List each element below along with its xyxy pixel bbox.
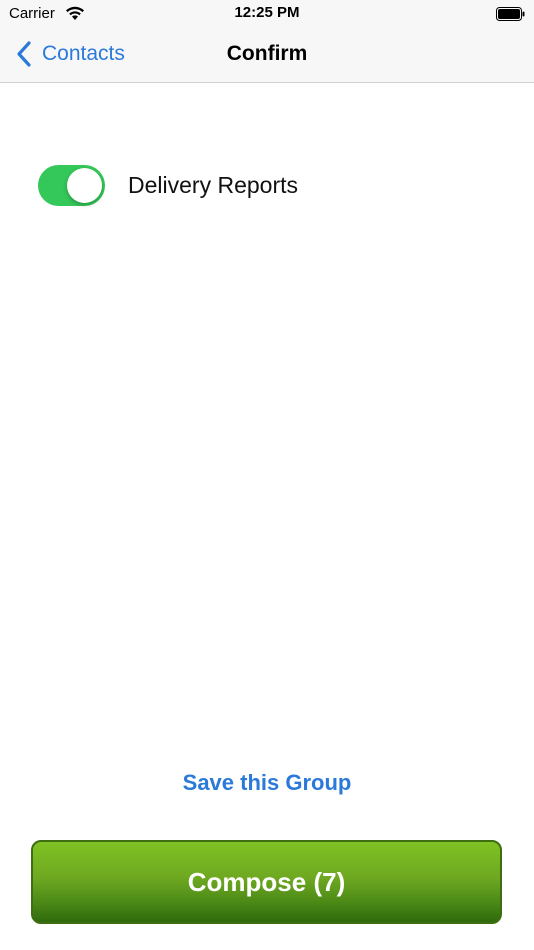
compose-button[interactable]: Compose (7) (31, 840, 502, 924)
compose-button-label: Compose (7) (187, 866, 346, 897)
navigation-bar: Contacts Confirm (0, 28, 534, 83)
page-title: Confirm (226, 42, 308, 65)
battery-icon (496, 7, 525, 21)
delivery-reports-label: Delivery Reports (128, 172, 298, 198)
clock-label: 12:25 PM (234, 4, 300, 21)
toggle-knob (67, 168, 102, 203)
save-group-button[interactable]: Save this Group (0, 770, 534, 796)
status-bar: Carrier 12:25 PM (0, 0, 534, 28)
delivery-reports-toggle[interactable] (38, 165, 105, 206)
